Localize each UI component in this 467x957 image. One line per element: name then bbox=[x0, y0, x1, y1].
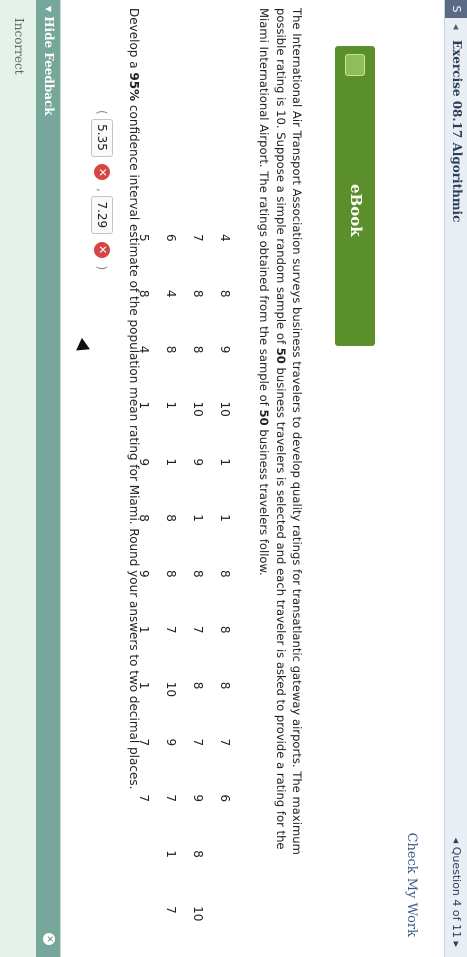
collapse-arrow-icon[interactable]: ◂ bbox=[450, 24, 463, 30]
ratings-table: 4 8 9 10 1 1 8 8 8 7 6 7 8 8 10 9 1 8 7 8 7 9 8 10 6 4 8 1 1 8 8 7 10 9 7 1… bbox=[131, 228, 239, 957]
check-my-work-link[interactable]: Check My Work bbox=[404, 833, 419, 938]
rating-cell: 8 bbox=[191, 681, 206, 690]
rating-cell: 4 bbox=[218, 234, 233, 242]
mouse-cursor-icon bbox=[72, 337, 90, 357]
rating-cell: 1 bbox=[191, 514, 206, 522]
rating-cell: 7 bbox=[137, 794, 152, 803]
question-navigation[interactable]: ◂ Question 4 of 11 ▸ bbox=[450, 838, 463, 947]
rating-cell: 1 bbox=[218, 514, 233, 522]
rating-cell: 1 bbox=[218, 458, 233, 466]
rating-cell: 7 bbox=[191, 625, 206, 634]
rating-cell: 1 bbox=[164, 401, 179, 410]
incorrect-x-icon: ✕ bbox=[94, 241, 110, 258]
rating-cell: 7 bbox=[191, 234, 206, 242]
ebook-label: eBook bbox=[347, 184, 365, 237]
rating-cell: 8 bbox=[164, 514, 179, 522]
open-paren: ( bbox=[95, 110, 109, 115]
ratings-row: 6 4 8 1 1 8 8 7 10 9 7 1 7 bbox=[158, 228, 185, 957]
close-feedback-icon[interactable]: ✕ bbox=[43, 933, 55, 945]
rating-cell: 8 bbox=[164, 570, 179, 578]
rating-cell: 6 bbox=[164, 234, 179, 242]
rating-cell: 7 bbox=[164, 625, 179, 634]
rating-cell: 8 bbox=[218, 289, 233, 298]
answer-row: ( 5.35 ✕ , 7.29 ✕ ) bbox=[91, 110, 113, 270]
rating-cell: 7 bbox=[164, 794, 179, 803]
rating-cell: 9 bbox=[164, 738, 179, 747]
upper-bound-input[interactable]: 7.29 bbox=[91, 195, 113, 234]
rating-cell: 8 bbox=[164, 345, 179, 354]
rating-cell: 10 bbox=[164, 681, 179, 697]
rating-cell: 8 bbox=[191, 289, 206, 298]
comma-separator: , bbox=[95, 188, 109, 192]
rating-cell: 6 bbox=[218, 794, 233, 803]
rating-cell: 7 bbox=[218, 738, 233, 747]
feedback-header[interactable]: ▾ Hide Feedback ✕ bbox=[36, 0, 60, 957]
rating-cell: 7 bbox=[164, 906, 179, 914]
rating-cell: 10 bbox=[191, 906, 206, 922]
exercise-title: Exercise 08.17 Algorithmic bbox=[450, 40, 464, 223]
rating-cell: 8 bbox=[218, 625, 233, 634]
feedback-panel: ▾ Hide Feedback ✕ Incorrect bbox=[0, 0, 61, 957]
rating-cell: 1 bbox=[164, 458, 179, 466]
rating-cell: 10 bbox=[218, 401, 233, 417]
rating-cell: 9 bbox=[191, 794, 206, 803]
ebook-button[interactable]: eBook bbox=[335, 46, 375, 346]
close-paren: ) bbox=[95, 265, 109, 271]
rating-cell: 8 bbox=[191, 570, 206, 578]
rating-cell: 8 bbox=[191, 345, 206, 354]
ratings-row: 7 8 8 10 9 1 8 7 8 7 9 8 10 bbox=[185, 228, 212, 957]
intro-line-2: possible rating is 10. Suppose a simple … bbox=[273, 8, 288, 850]
problem-statement: The International Air Transport Associat… bbox=[256, 8, 305, 908]
rating-cell: 1 bbox=[164, 850, 179, 858]
hide-feedback-toggle[interactable]: ▾ Hide Feedback bbox=[42, 6, 56, 116]
rating-cell: 10 bbox=[191, 401, 206, 417]
rating-cell: 9 bbox=[218, 345, 233, 354]
intro-line-1: The International Air Transport Associat… bbox=[290, 8, 304, 855]
incorrect-x-icon: ✕ bbox=[94, 164, 110, 181]
question-text: Develop a 95% confidence interval estima… bbox=[127, 8, 141, 790]
rating-cell: 9 bbox=[191, 458, 206, 466]
lower-bound-input[interactable]: 5.35 bbox=[91, 118, 113, 157]
book-icon bbox=[345, 54, 365, 76]
section-tag: S bbox=[445, 0, 467, 18]
exercise-page: S ◂ Exercise 08.17 Algorithmic ◂ Questio… bbox=[0, 0, 467, 957]
rating-cell: 7 bbox=[191, 738, 206, 747]
rating-cell: 8 bbox=[218, 570, 233, 578]
header-bar: S ◂ Exercise 08.17 Algorithmic ◂ Questio… bbox=[444, 0, 467, 957]
intro-line-3: Miami International Airport. The ratings… bbox=[257, 8, 272, 576]
feedback-status: Incorrect bbox=[12, 18, 26, 75]
rating-cell: 4 bbox=[164, 289, 179, 298]
rating-cell: 8 bbox=[191, 850, 206, 858]
ratings-row: 4 8 9 10 1 1 8 8 8 7 6 bbox=[212, 228, 239, 957]
rating-cell: 8 bbox=[218, 681, 233, 690]
